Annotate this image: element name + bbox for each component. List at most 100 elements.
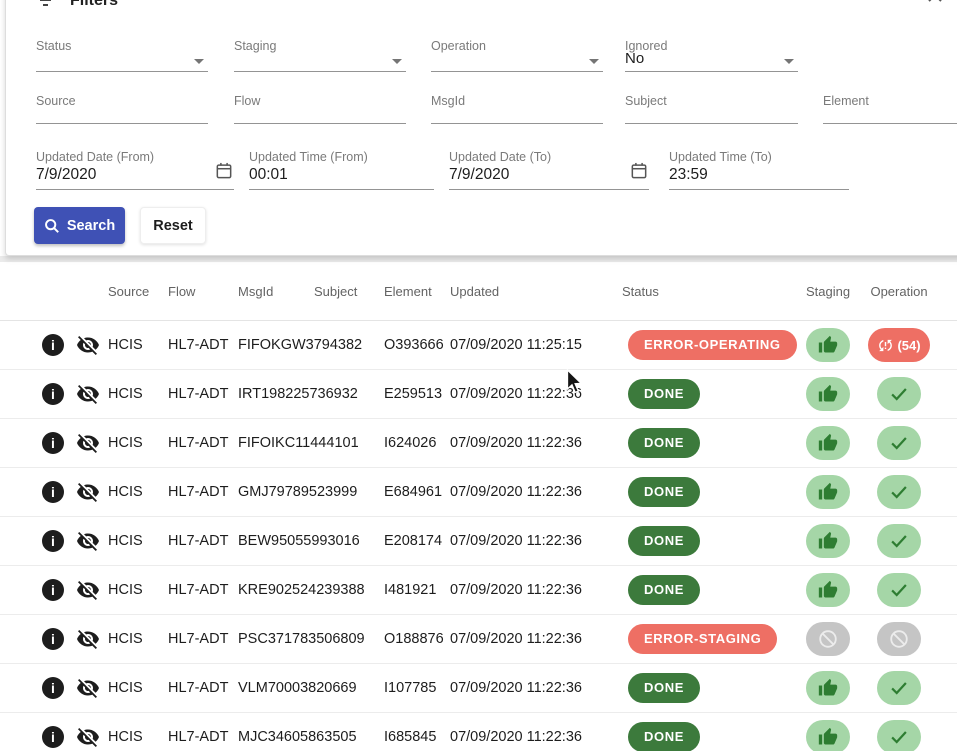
- cell-source: HCIS: [106, 533, 166, 549]
- updated-time-from-value[interactable]: 00:01: [249, 165, 288, 184]
- row-hide-button[interactable]: [70, 333, 106, 357]
- calendar-icon[interactable]: [631, 162, 647, 184]
- cell-staging: [800, 622, 856, 656]
- cell-element: E684961: [382, 484, 448, 500]
- updated-date-to-field[interactable]: Updated Date (To) 7/9/2020: [449, 150, 649, 190]
- msgid-filter-input[interactable]: MsgId: [431, 94, 603, 124]
- filters-header: Filters: [36, 0, 118, 10]
- cell-source: HCIS: [106, 435, 166, 451]
- table-row[interactable]: i HCIS HL7-ADT GMJ79789523999 E684961 07…: [0, 468, 957, 517]
- element-filter-input[interactable]: Element: [823, 94, 957, 124]
- staging-action[interactable]: [806, 671, 850, 705]
- status-filter-label: Status: [36, 39, 208, 53]
- cell-msgid: BEW95055993016: [236, 533, 312, 549]
- cell-status: DONE: [620, 673, 800, 703]
- updated-date-to-value[interactable]: 7/9/2020: [449, 165, 509, 184]
- visibility-off-icon: [76, 676, 100, 700]
- staging-action[interactable]: [806, 377, 850, 411]
- row-info-button[interactable]: i: [36, 334, 70, 356]
- row-info-button[interactable]: i: [36, 432, 70, 454]
- table-row[interactable]: i HCIS HL7-ADT BEW95055993016 E208174 07…: [0, 517, 957, 566]
- status-badge: DONE: [628, 575, 700, 605]
- staging-action[interactable]: [806, 475, 850, 509]
- ignored-filter-dropdown[interactable]: Ignored No: [625, 39, 798, 72]
- table-row[interactable]: i HCIS HL7-ADT MJC34605863505 I685845 07…: [0, 713, 957, 751]
- cell-element: E259513: [382, 386, 448, 402]
- row-info-button[interactable]: i: [36, 628, 70, 650]
- operation-action[interactable]: [877, 524, 921, 558]
- row-hide-button[interactable]: [70, 725, 106, 749]
- staging-action[interactable]: [806, 720, 850, 751]
- updated-time-from-field[interactable]: Updated Time (From) 00:01: [249, 150, 434, 190]
- reset-button[interactable]: Reset: [140, 207, 206, 244]
- cell-flow: HL7-ADT: [166, 680, 236, 696]
- row-hide-button[interactable]: [70, 627, 106, 651]
- thumbs-up-icon: [818, 727, 838, 747]
- operation-action[interactable]: [877, 720, 921, 751]
- row-hide-button[interactable]: [70, 676, 106, 700]
- cell-element: E208174: [382, 533, 448, 549]
- calendar-icon[interactable]: [216, 162, 232, 184]
- operation-action[interactable]: [877, 671, 921, 705]
- operation-action[interactable]: [877, 475, 921, 509]
- updated-time-to-value[interactable]: 23:59: [669, 165, 708, 184]
- table-row[interactable]: i HCIS HL7-ADT FIFOKGW3794382 O393666 07…: [0, 321, 957, 370]
- row-hide-button[interactable]: [70, 382, 106, 406]
- source-filter-input[interactable]: Source: [36, 94, 208, 124]
- row-info-button[interactable]: i: [36, 481, 70, 503]
- row-info-button[interactable]: i: [36, 677, 70, 699]
- operation-filter-dropdown[interactable]: Operation: [431, 39, 603, 72]
- row-hide-button[interactable]: [70, 431, 106, 455]
- close-icon[interactable]: [926, 0, 946, 6]
- table-row[interactable]: i HCIS HL7-ADT FIFOIKC11444101 I624026 0…: [0, 419, 957, 468]
- chevron-down-icon[interactable]: [784, 59, 794, 64]
- chevron-down-icon[interactable]: [589, 59, 599, 64]
- chevron-down-icon[interactable]: [194, 59, 204, 64]
- cell-msgid: KRE902524239388: [236, 582, 312, 598]
- staging-action[interactable]: [806, 328, 850, 362]
- cell-status: DONE: [620, 575, 800, 605]
- search-button[interactable]: Search: [34, 207, 125, 244]
- updated-date-to-label: Updated Date (To): [449, 150, 649, 164]
- staging-action[interactable]: [806, 573, 850, 607]
- status-badge: DONE: [628, 379, 700, 409]
- info-icon: i: [42, 677, 64, 699]
- row-info-button[interactable]: i: [36, 726, 70, 748]
- cell-flow: HL7-ADT: [166, 582, 236, 598]
- staging-action[interactable]: [806, 622, 850, 656]
- staging-action[interactable]: [806, 426, 850, 460]
- status-filter-dropdown[interactable]: Status: [36, 39, 208, 72]
- staging-action[interactable]: [806, 524, 850, 558]
- row-info-button[interactable]: i: [36, 579, 70, 601]
- chevron-down-icon[interactable]: [392, 59, 402, 64]
- operation-action[interactable]: [877, 377, 921, 411]
- updated-date-from-field[interactable]: Updated Date (From) 7/9/2020: [36, 150, 234, 190]
- info-icon: i: [42, 726, 64, 748]
- operation-action[interactable]: (54): [868, 328, 929, 362]
- check-icon: [888, 481, 910, 503]
- operation-action[interactable]: [877, 426, 921, 460]
- operation-action[interactable]: [877, 573, 921, 607]
- row-hide-button[interactable]: [70, 529, 106, 553]
- header-msgid: MsgId: [236, 284, 312, 299]
- table-row[interactable]: i HCIS HL7-ADT KRE902524239388 I481921 0…: [0, 566, 957, 615]
- row-info-button[interactable]: i: [36, 383, 70, 405]
- updated-date-from-value[interactable]: 7/9/2020: [36, 165, 96, 184]
- filters-panel: Filters Status Staging Operation Ignored…: [5, 0, 957, 256]
- flow-filter-input[interactable]: Flow: [234, 94, 406, 124]
- thumbs-up-icon: [818, 335, 838, 355]
- row-hide-button[interactable]: [70, 480, 106, 504]
- staging-filter-dropdown[interactable]: Staging: [234, 39, 406, 72]
- updated-time-to-field[interactable]: Updated Time (To) 23:59: [669, 150, 849, 190]
- subject-filter-input[interactable]: Subject: [625, 94, 798, 124]
- table-body: i HCIS HL7-ADT FIFOKGW3794382 O393666 07…: [0, 321, 957, 751]
- row-hide-button[interactable]: [70, 578, 106, 602]
- table-row[interactable]: i HCIS HL7-ADT IRT198225736932 E259513 0…: [0, 370, 957, 419]
- row-info-button[interactable]: i: [36, 530, 70, 552]
- table-row[interactable]: i HCIS HL7-ADT PSC371783506809 O188876 0…: [0, 615, 957, 664]
- table-row[interactable]: i HCIS HL7-ADT VLM70003820669 I107785 07…: [0, 664, 957, 713]
- operation-action[interactable]: [877, 622, 921, 656]
- cell-source: HCIS: [106, 337, 166, 353]
- cell-source: HCIS: [106, 680, 166, 696]
- status-badge: DONE: [628, 477, 700, 507]
